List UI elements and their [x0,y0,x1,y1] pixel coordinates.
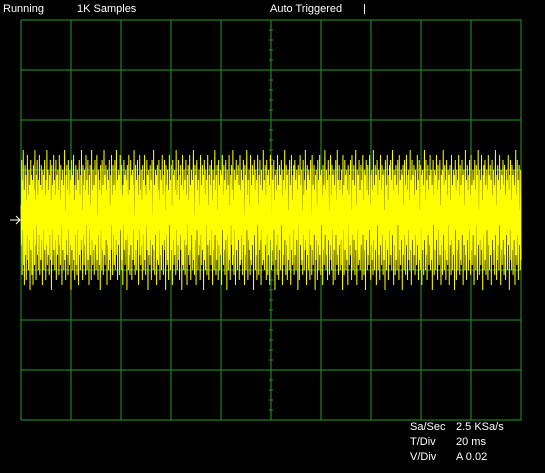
sample-rate-label: Sa/Sec [410,421,446,433]
time-div-label: T/Div [410,436,436,448]
sample-count-label: 1K Samples [77,3,137,15]
sample-rate-readout: Sa/Sec 2.5 KSa/s [410,421,504,434]
volt-div-value: A 0.02 [456,451,488,463]
run-state-label: Running [3,3,44,15]
volt-div-label: V/Div [410,451,437,463]
trigger-mode-label: Auto Triggered [270,3,343,15]
volt-div-readout: V/Div A 0.02 [410,451,487,464]
time-div-value: 20 ms [456,436,486,448]
trigger-position-marker [364,4,365,14]
oscilloscope-display [10,19,522,421]
time-div-readout: T/Div 20 ms [410,436,486,449]
right-arrow-icon[interactable] [10,215,21,225]
sample-rate-value: 2.5 KSa/s [456,421,504,433]
